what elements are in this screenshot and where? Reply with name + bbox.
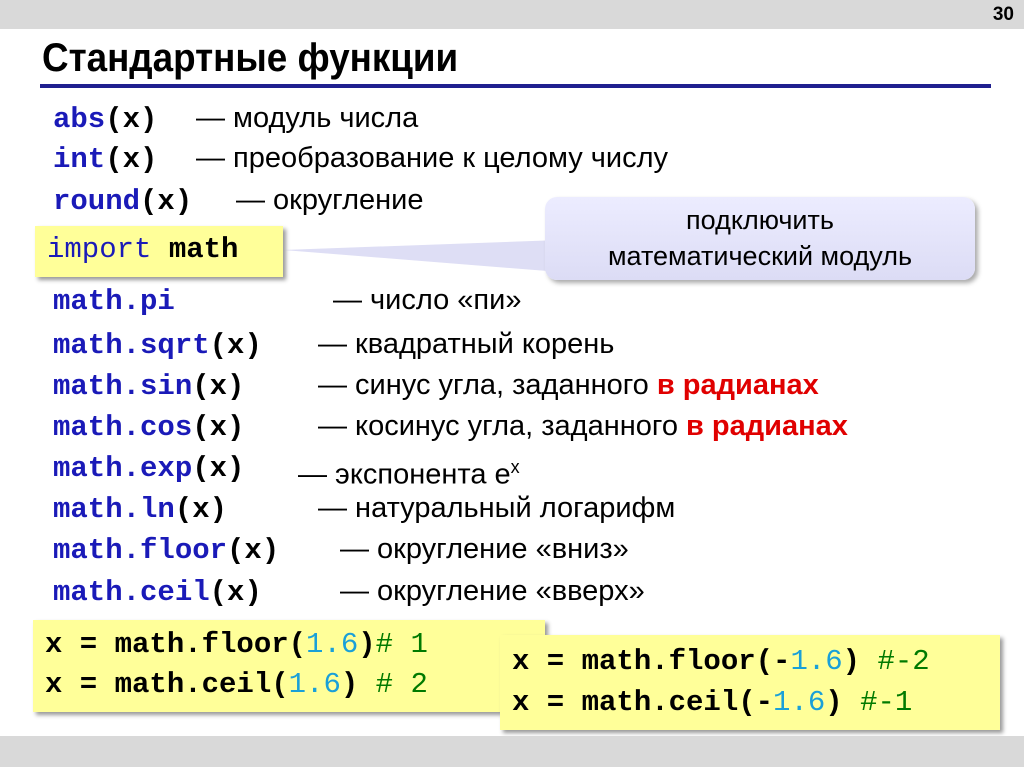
- desc: — косинус угла, заданного: [318, 410, 686, 442]
- arg: (x): [192, 411, 244, 444]
- arg: (x): [210, 576, 262, 609]
- arg: (x): [192, 452, 244, 485]
- arg: (x): [227, 534, 279, 567]
- desc: — экспонента e: [298, 459, 511, 491]
- import-module: math: [169, 233, 239, 266]
- code: math.ln: [53, 493, 175, 526]
- example-line: x = math.ceil(1.6) # 2: [45, 668, 428, 701]
- func-exp: math.exp(x)— экспонента ex: [53, 449, 244, 485]
- example-box-positive: x = math.floor(1.6)# 1 x = math.ceil(1.6…: [33, 620, 545, 712]
- func-ln: math.ln(x)— натуральный логарифм: [53, 490, 227, 526]
- arg: (x): [210, 329, 262, 362]
- func-ceil: math.ceil(x)— округление «вверх»: [53, 573, 262, 609]
- code: math.ceil: [53, 576, 210, 609]
- callout: подключитьматематический модуль: [545, 197, 975, 280]
- func-sqrt: math.sqrt(x)— квадратный корень: [53, 326, 262, 362]
- func-cos: math.cos(x)— косинус угла, заданного в р…: [53, 408, 244, 444]
- arg: (x): [192, 370, 244, 403]
- desc: — округление «вверх»: [340, 573, 645, 609]
- code: math.sin: [53, 370, 192, 403]
- example-line: x = math.ceil(-1.6) #-1: [512, 686, 912, 719]
- example-line: x = math.floor(1.6)# 1: [45, 628, 428, 661]
- callout-line1: подключить: [545, 202, 975, 238]
- code: math.cos: [53, 411, 192, 444]
- callout-line2: математический модуль: [545, 238, 975, 274]
- code: math.sqrt: [53, 329, 210, 362]
- example-line: x = math.floor(-1.6) #-2: [512, 645, 930, 678]
- example-box-negative: x = math.floor(-1.6) #-2 x = math.ceil(-…: [500, 635, 1000, 730]
- desc: — натуральный логарифм: [318, 490, 675, 526]
- func-pi: math.pi— число «пи»: [53, 282, 175, 318]
- arg: (x): [175, 493, 227, 526]
- desc: — квадратный корень: [318, 326, 614, 362]
- import-box: import math: [35, 226, 283, 277]
- func-sin: math.sin(x)— синус угла, заданного в рад…: [53, 367, 244, 403]
- code: math.floor: [53, 534, 227, 567]
- superscript: x: [511, 457, 520, 477]
- code: math.pi: [53, 285, 175, 318]
- code: math.exp: [53, 452, 192, 485]
- desc: — число «пи»: [333, 282, 521, 318]
- desc: — округление «вниз»: [340, 531, 629, 567]
- bottom-bar: [0, 736, 1024, 767]
- import-keyword: import: [47, 233, 151, 266]
- func-floor: math.floor(x)— округление «вниз»: [53, 531, 279, 567]
- desc: — синус угла, заданного: [318, 369, 657, 401]
- highlight: в радианах: [686, 410, 848, 442]
- highlight: в радианах: [657, 369, 819, 401]
